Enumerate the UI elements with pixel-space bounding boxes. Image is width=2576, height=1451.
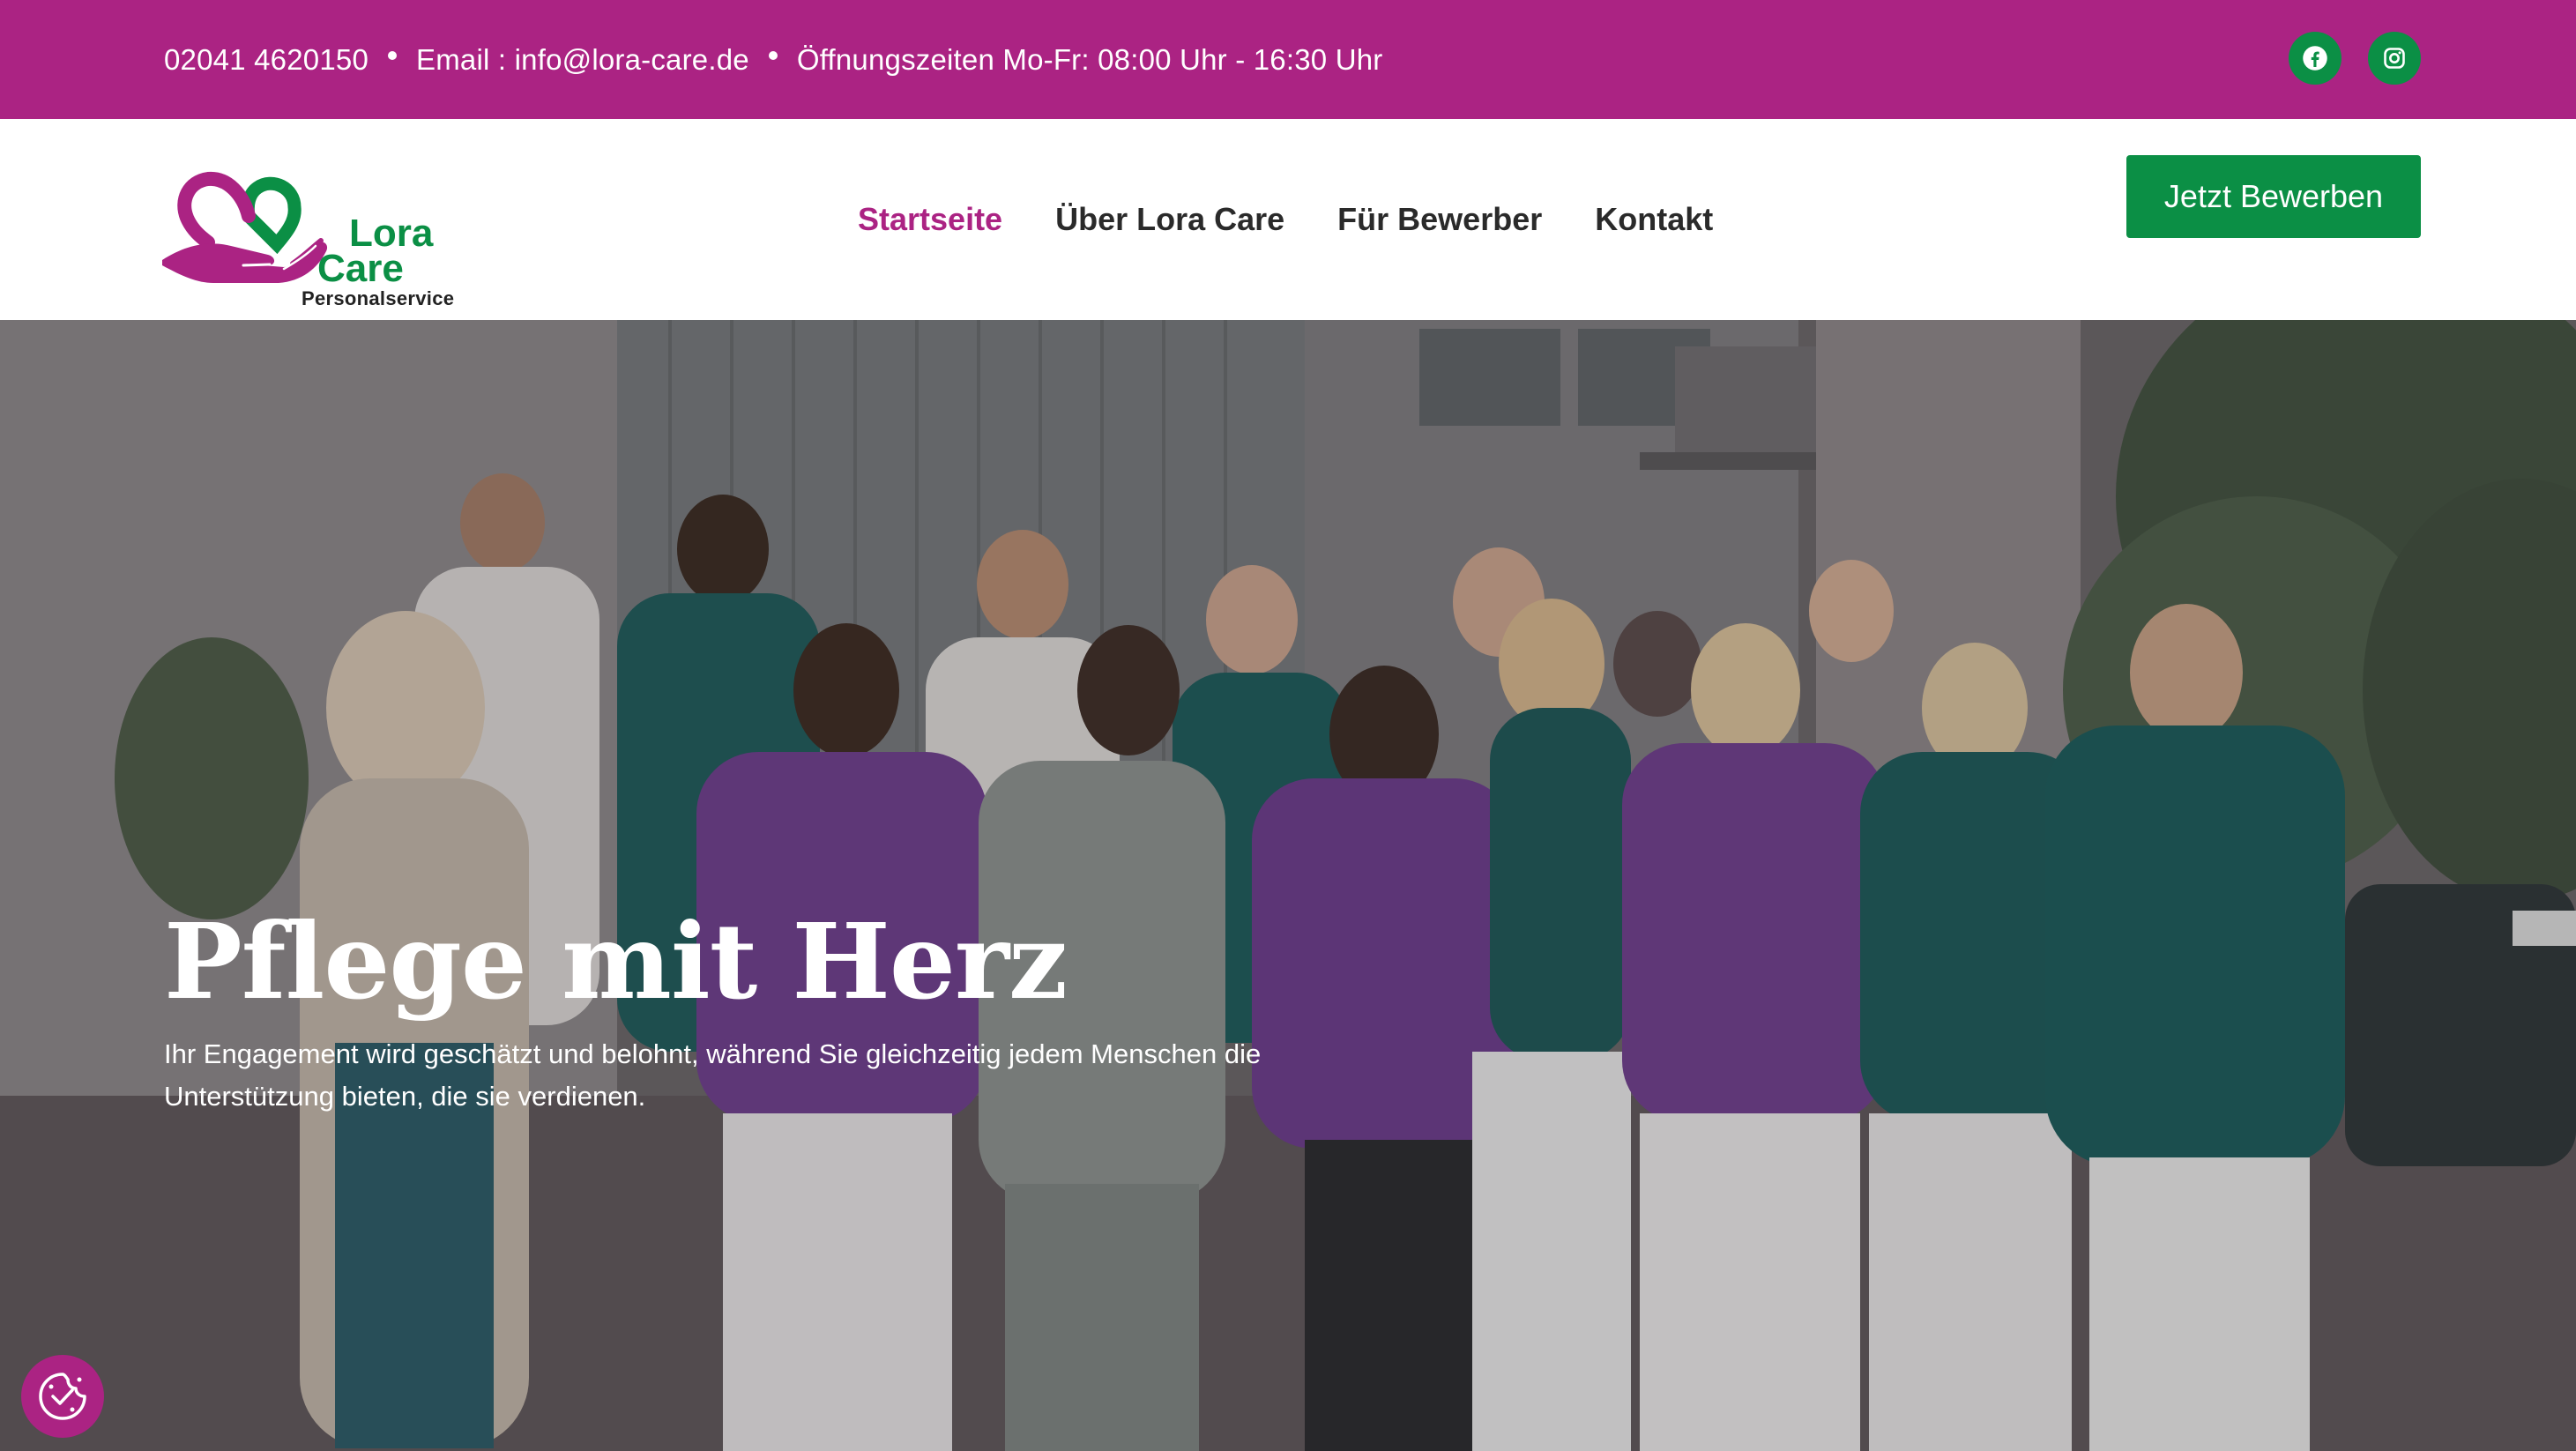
- hero-section: Pflege mit Herz Ihr Engagement wird gesc…: [0, 320, 2576, 1451]
- cookie-consent-button[interactable]: [21, 1355, 104, 1438]
- nav-item-startseite[interactable]: Startseite: [858, 201, 1002, 238]
- nav-item-fuer-bewerber[interactable]: Für Bewerber: [1337, 201, 1542, 238]
- nav-item-kontakt[interactable]: Kontakt: [1595, 201, 1713, 238]
- apply-now-button[interactable]: Jetzt Bewerben: [2126, 155, 2421, 238]
- facebook-icon: [2303, 46, 2327, 71]
- contact-info: 02041 4620150 Email : info@lora-care.de …: [164, 0, 1382, 119]
- site-header: Lora Care Personalservice Startseite Übe…: [0, 119, 2576, 320]
- nav-item-ueber-lora-care[interactable]: Über Lora Care: [1055, 201, 1284, 238]
- phone-number[interactable]: 02041 4620150: [164, 43, 369, 77]
- facebook-link[interactable]: [2289, 32, 2341, 85]
- logo-text-personalservice: Personalservice: [302, 287, 455, 309]
- instagram-icon: [2384, 48, 2405, 69]
- separator-dot: [388, 50, 398, 60]
- hero-dark-overlay: [0, 320, 2576, 1451]
- main-nav: Startseite Über Lora Care Für Bewerber K…: [858, 119, 1713, 320]
- hero-title: Pflege mit Herz: [164, 900, 1068, 1023]
- top-bar: 02041 4620150 Email : info@lora-care.de …: [0, 0, 2576, 119]
- instagram-link[interactable]: [2368, 32, 2421, 85]
- cookie-consent-icon: [39, 1373, 86, 1420]
- hero-description: Ihr Engagement wird geschätzt und belohn…: [164, 1038, 1262, 1112]
- email-link[interactable]: Email : info@lora-care.de: [416, 43, 749, 77]
- separator-dot: [768, 50, 778, 60]
- opening-hours: Öffnungszeiten Mo-Fr: 08:00 Uhr - 16:30 …: [796, 42, 1383, 76]
- lora-care-logo[interactable]: Lora Care Personalservice: [162, 153, 480, 309]
- logo-text-care: Care: [317, 247, 404, 290]
